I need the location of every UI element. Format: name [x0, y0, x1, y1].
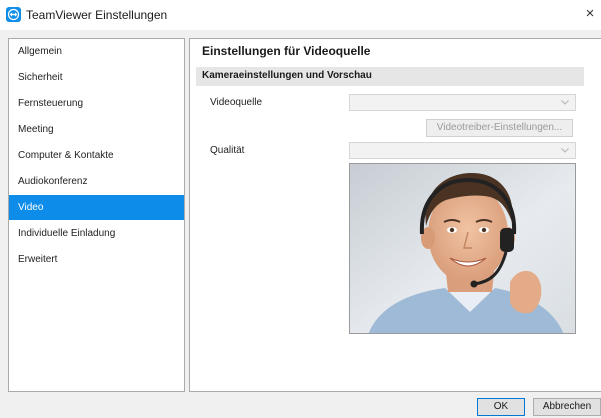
cancel-button[interactable]: Abbrechen — [533, 398, 601, 416]
sidebar-item-fernsteuerung[interactable]: Fernsteuerung — [9, 91, 184, 116]
section-header: Kameraeinstellungen und Vorschau — [196, 67, 584, 86]
camera-preview-image — [350, 164, 575, 333]
qualitaet-select[interactable] — [349, 142, 576, 159]
videoquelle-select[interactable] — [349, 94, 576, 111]
videotreiber-settings-button[interactable]: Videotreiber-Einstellungen... — [426, 119, 573, 137]
sidebar-item-erweitert[interactable]: Erweitert — [9, 247, 184, 272]
close-icon[interactable]: × — [582, 5, 598, 23]
sidebar-item-sicherheit[interactable]: Sicherheit — [9, 65, 184, 90]
sidebar-item-individuelle-einladung[interactable]: Individuelle Einladung — [9, 221, 184, 246]
sidebar-item-meeting[interactable]: Meeting — [9, 117, 184, 142]
ok-button[interactable]: OK — [477, 398, 525, 416]
camera-preview — [349, 163, 576, 334]
sidebar-item-audiokonferenz[interactable]: Audiokonferenz — [9, 169, 184, 194]
videoquelle-label: Videoquelle — [210, 97, 263, 108]
section-title: Kameraeinstellungen und Vorschau — [202, 70, 372, 81]
qualitaet-label: Qualität — [210, 145, 245, 156]
sidebar-item-allgemein[interactable]: Allgemein — [9, 39, 184, 64]
settings-sidebar: Allgemein Sicherheit Fernsteuerung Meeti… — [8, 38, 185, 392]
title-bar: TeamViewer Einstellungen × — [0, 0, 601, 30]
chevron-down-icon — [561, 100, 569, 105]
chevron-down-icon — [561, 148, 569, 153]
settings-panel: Einstellungen für Videoquelle Kameraeins… — [189, 38, 601, 392]
page-title: Einstellungen für Videoquelle — [202, 44, 371, 58]
window-title: TeamViewer Einstellungen — [26, 8, 168, 22]
sidebar-item-video[interactable]: Video — [9, 195, 184, 220]
teamviewer-logo-icon — [6, 7, 21, 22]
sidebar-item-computer-kontakte[interactable]: Computer & Kontakte — [9, 143, 184, 168]
